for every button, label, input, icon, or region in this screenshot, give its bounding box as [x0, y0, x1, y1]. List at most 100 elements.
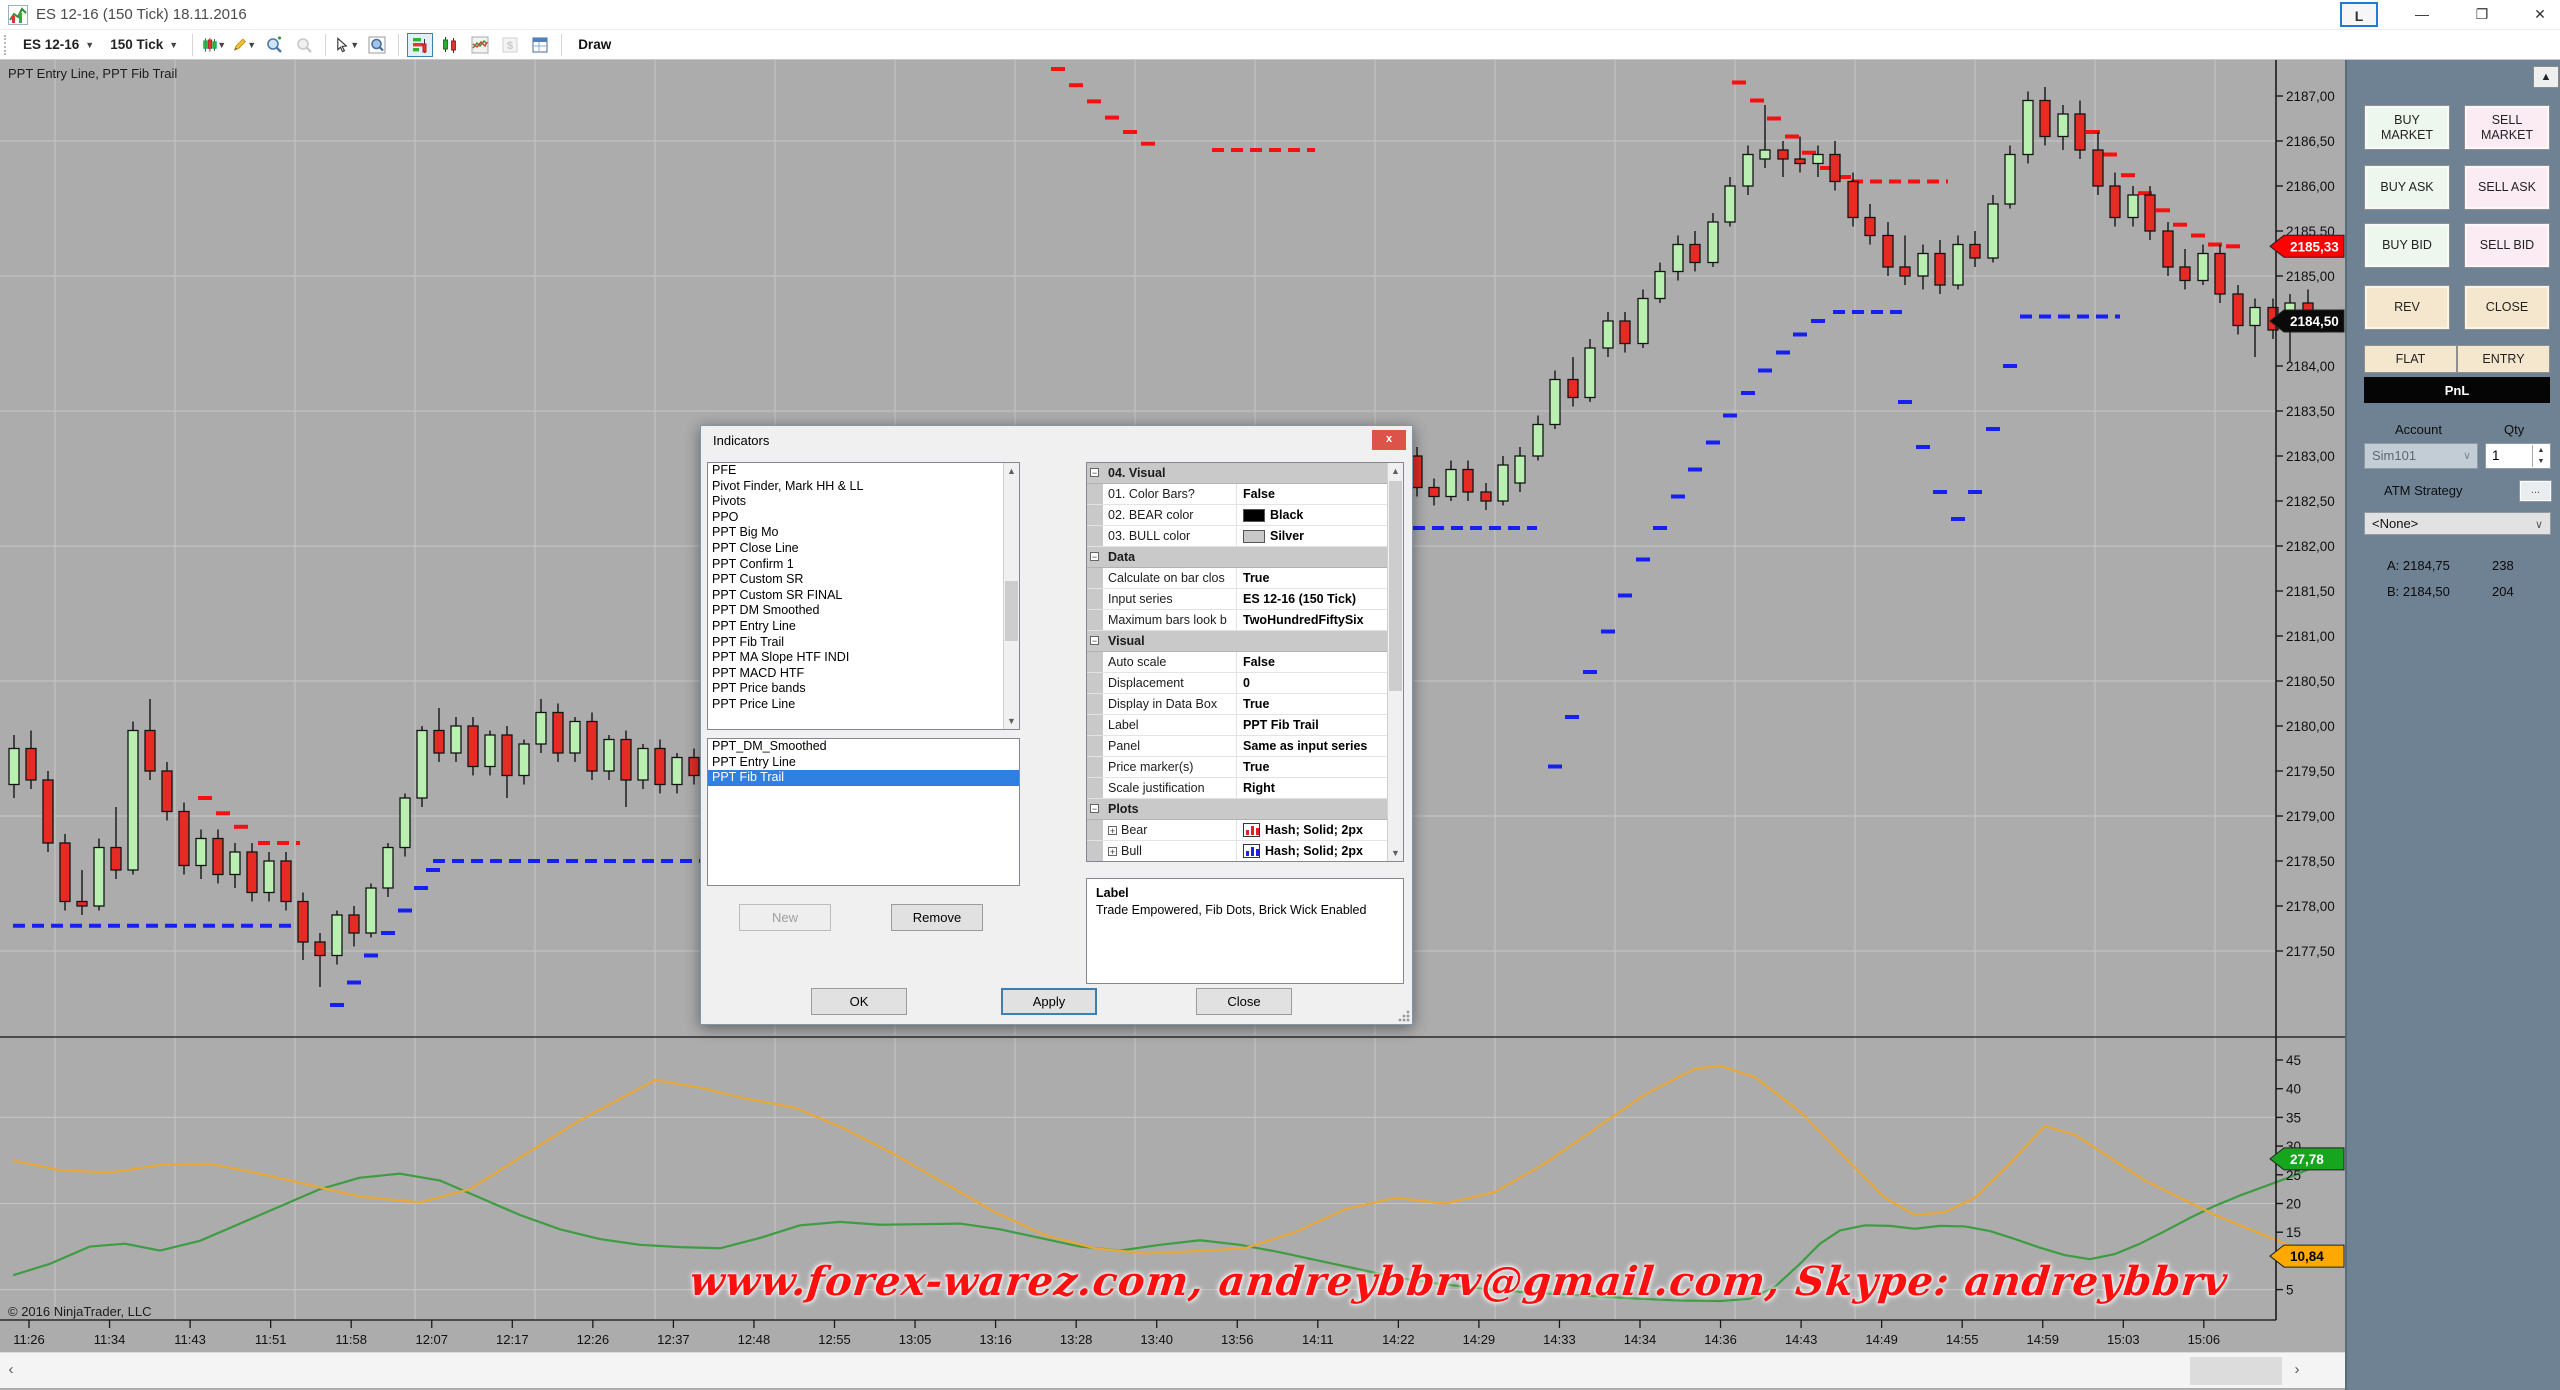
instrument-selector[interactable]: ES 12-16 ▼: [17, 35, 100, 54]
property-value[interactable]: False: [1237, 484, 1389, 504]
list-item[interactable]: PPT Price Line: [708, 697, 1003, 713]
link-button[interactable]: L: [2340, 2, 2378, 27]
ok-button[interactable]: OK: [811, 988, 907, 1015]
minimize-button[interactable]: —: [2402, 2, 2442, 27]
list-item[interactable]: PPT MA Slope HTF INDI: [708, 650, 1003, 666]
horizontal-scrollbar[interactable]: ‹ ›: [0, 1352, 2345, 1388]
property-value[interactable]: ES 12-16 (150 Tick): [1237, 589, 1389, 609]
list-item[interactable]: Pivots: [708, 494, 1003, 510]
grid-property-row[interactable]: +BearHash; Solid; 2px: [1087, 820, 1389, 841]
grid-property-row[interactable]: LabelPPT Fib Trail: [1087, 715, 1389, 736]
property-value[interactable]: Silver: [1237, 526, 1389, 546]
grid-property-row[interactable]: +BullHash; Solid; 2px: [1087, 841, 1389, 862]
property-value[interactable]: True: [1237, 757, 1389, 777]
list-item[interactable]: PPT Close Line: [708, 541, 1003, 557]
data-grid-button[interactable]: [527, 33, 553, 57]
spin-down-icon[interactable]: ▼: [2533, 456, 2549, 467]
grid-property-row[interactable]: Scale justificationRight: [1087, 778, 1389, 799]
property-value[interactable]: Right: [1237, 778, 1389, 798]
expand-icon[interactable]: +: [1108, 847, 1117, 856]
scroll-up-icon[interactable]: ▲: [1004, 463, 1019, 479]
style-ohlc-button[interactable]: [437, 33, 463, 57]
property-value[interactable]: Black: [1237, 505, 1389, 525]
sell-bid-button[interactable]: SELL BID: [2464, 223, 2550, 268]
toolbar-grip[interactable]: [4, 35, 9, 55]
scroll-up-icon[interactable]: ▲: [1388, 463, 1403, 479]
grid-property-row[interactable]: 02. BEAR colorBlack: [1087, 505, 1389, 526]
grid-property-row[interactable]: Display in Data BoxTrue: [1087, 694, 1389, 715]
collapse-icon[interactable]: −: [1090, 804, 1099, 813]
list-item[interactable]: PFE: [708, 463, 1003, 479]
list-item[interactable]: PPT Entry Line: [708, 755, 1019, 771]
dialog-close-button[interactable]: x: [1372, 430, 1406, 450]
grid-category-row[interactable]: −Visual: [1087, 631, 1389, 652]
cursor-tool-button[interactable]: ▼: [334, 33, 360, 57]
scrollbar-thumb[interactable]: [1389, 481, 1402, 691]
property-value[interactable]: False: [1237, 652, 1389, 672]
grid-property-row[interactable]: Maximum bars look bTwoHundredFiftySix: [1087, 610, 1389, 631]
list-item[interactable]: PPT_DM_Smoothed: [708, 739, 1019, 755]
grid-property-row[interactable]: 01. Color Bars?False: [1087, 484, 1389, 505]
list-item[interactable]: PPT Custom SR FINAL: [708, 588, 1003, 604]
list-item[interactable]: PPT Custom SR: [708, 572, 1003, 588]
grid-property-row[interactable]: Calculate on bar closTrue: [1087, 568, 1389, 589]
apply-button[interactable]: Apply: [1001, 988, 1097, 1015]
chart-style-dropdown-button[interactable]: ▼: [201, 33, 227, 57]
style-dollar-button[interactable]: $: [497, 33, 523, 57]
list-item[interactable]: PPT MACD HTF: [708, 666, 1003, 682]
grid-property-row[interactable]: 03. BULL colorSilver: [1087, 526, 1389, 547]
property-value[interactable]: Hash; Solid; 2px: [1237, 841, 1389, 861]
grid-category-row[interactable]: −Data: [1087, 547, 1389, 568]
grid-category-row[interactable]: −04. Visual: [1087, 463, 1389, 484]
property-value[interactable]: 0: [1237, 673, 1389, 693]
interval-selector[interactable]: 150 Tick ▼: [104, 35, 184, 54]
rev-button[interactable]: REV: [2364, 285, 2450, 330]
qty-spinner[interactable]: ▲▼: [2532, 445, 2549, 467]
scroll-right-arrow[interactable]: ›: [2286, 1353, 2308, 1389]
scroll-down-icon[interactable]: ▼: [1004, 713, 1019, 729]
property-value[interactable]: Hash; Solid; 2px: [1237, 820, 1389, 840]
scroll-left-arrow[interactable]: ‹: [0, 1353, 22, 1389]
property-value[interactable]: Same as input series: [1237, 736, 1389, 756]
scrollbar-thumb[interactable]: [2190, 1357, 2282, 1385]
collapse-panel-button[interactable]: ▲: [2533, 66, 2559, 88]
close-button[interactable]: ✕: [2520, 2, 2560, 27]
spin-up-icon[interactable]: ▲: [2533, 445, 2549, 456]
style-candlestick-button[interactable]: [407, 33, 433, 57]
grid-property-row[interactable]: Input seriesES 12-16 (150 Tick): [1087, 589, 1389, 610]
list-item[interactable]: Pivot Finder, Mark HH & LL: [708, 479, 1003, 495]
collapse-icon[interactable]: −: [1090, 468, 1099, 477]
zoom-in-button[interactable]: [261, 33, 287, 57]
buy-ask-button[interactable]: BUY ASK: [2364, 165, 2450, 210]
collapse-icon[interactable]: −: [1090, 636, 1099, 645]
flat-button[interactable]: FLAT: [2364, 345, 2457, 373]
grid-property-row[interactable]: PanelSame as input series: [1087, 736, 1389, 757]
quantity-stepper[interactable]: 1 ▲▼: [2485, 443, 2551, 469]
zoom-out-button[interactable]: [291, 33, 317, 57]
buy-bid-button[interactable]: BUY BID: [2364, 223, 2450, 268]
list-item[interactable]: PPO: [708, 510, 1003, 526]
resize-grip[interactable]: [1398, 1010, 1410, 1022]
configured-indicators-list[interactable]: PPT_DM_SmoothedPPT Entry LinePPT Fib Tra…: [707, 738, 1020, 886]
close-button[interactable]: CLOSE: [2464, 285, 2550, 330]
list-item[interactable]: PPT DM Smoothed: [708, 603, 1003, 619]
account-select[interactable]: Sim101 ∨: [2364, 443, 2478, 469]
list-item[interactable]: PPT Entry Line: [708, 619, 1003, 635]
property-value[interactable]: TwoHundredFiftySix: [1237, 610, 1389, 630]
sell-market-button[interactable]: SELLMARKET: [2464, 105, 2550, 150]
maximize-button[interactable]: ❐: [2462, 2, 2502, 27]
zoom-window-button[interactable]: [364, 33, 390, 57]
drawing-tools-button[interactable]: ▼: [231, 33, 257, 57]
scrollbar-thumb[interactable]: [1005, 581, 1018, 641]
collapse-icon[interactable]: −: [1090, 552, 1099, 561]
list-item[interactable]: PPT Price bands: [708, 681, 1003, 697]
scroll-down-icon[interactable]: ▼: [1388, 845, 1403, 861]
draw-menu[interactable]: Draw: [570, 37, 619, 52]
grid-property-row[interactable]: Price marker(s)True: [1087, 757, 1389, 778]
grid-category-row[interactable]: −Plots: [1087, 799, 1389, 820]
entry-button[interactable]: ENTRY: [2457, 345, 2550, 373]
dialog-title-bar[interactable]: Indicators x: [701, 426, 1412, 454]
property-grid[interactable]: −04. Visual01. Color Bars?False02. BEAR …: [1086, 462, 1404, 862]
style-line-button[interactable]: [467, 33, 493, 57]
atm-strategy-select[interactable]: <None> ∨: [2364, 512, 2551, 535]
